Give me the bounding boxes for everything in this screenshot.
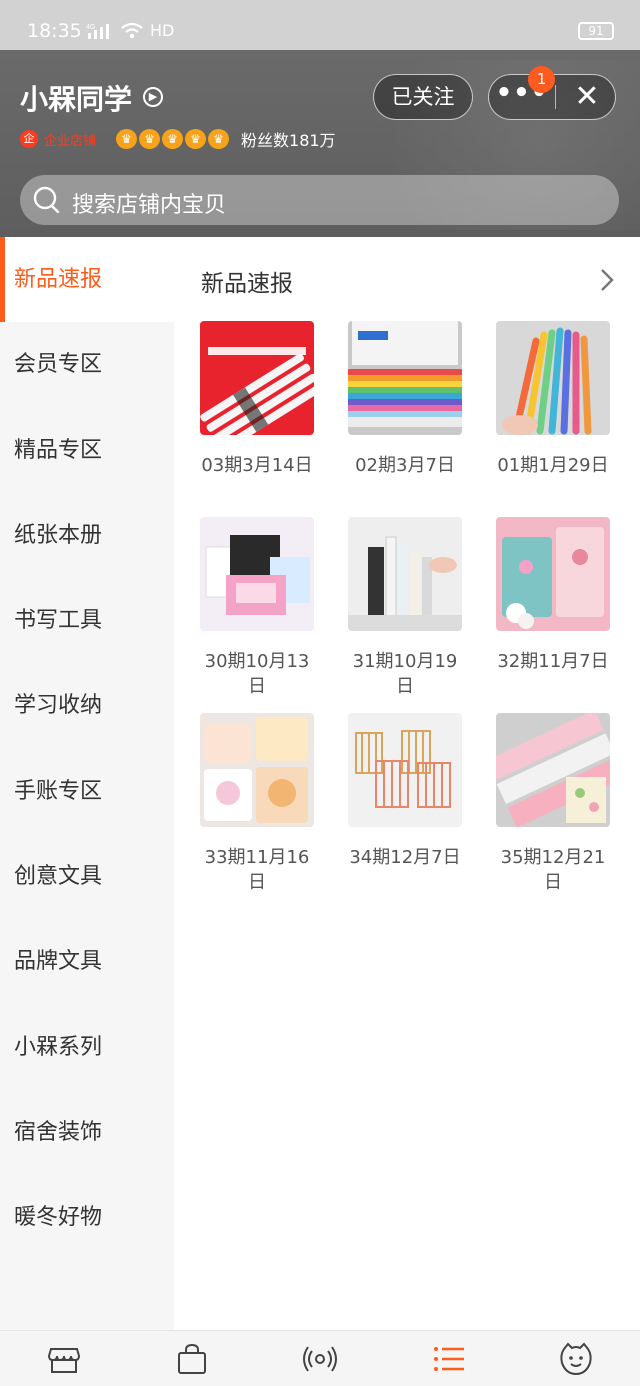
- sidebar-item-brand[interactable]: 品牌文具: [0, 919, 174, 1004]
- close-icon: ✕: [574, 79, 600, 114]
- enterprise-label: 企业店铺: [44, 133, 97, 149]
- page: 18:35 4G HD 91 小槑同学 ▶ 已关注 ••• ✕ 企 企业店铺 ♛…: [0, 0, 640, 1386]
- product-card[interactable]: 33期11月16日: [200, 713, 314, 895]
- wifi-icon: [121, 22, 143, 38]
- crown-icon: ♛: [139, 129, 161, 149]
- sidebar-item-creative[interactable]: 创意文具: [0, 834, 174, 919]
- product-card[interactable]: 01期1月29日: [496, 321, 610, 503]
- follow-button[interactable]: 已关注: [373, 74, 473, 120]
- bottom-nav: [0, 1330, 640, 1386]
- notification-badge: 1: [528, 66, 555, 93]
- product-card[interactable]: 31期10月19日: [348, 517, 462, 699]
- crown-icon: ♛: [162, 129, 184, 149]
- status-bar: 18:35 4G HD 91: [0, 0, 640, 50]
- search-bar[interactable]: 搜索店铺内宝贝: [20, 175, 619, 225]
- product-label: 34期12月7日: [349, 847, 461, 868]
- close-button[interactable]: ✕: [561, 75, 613, 119]
- content-panel: 新品速报 03期3月14日 02期3月7日 01期1月29日 30期10月13日…: [174, 237, 640, 1330]
- hd-indicator: HD: [150, 21, 175, 40]
- enterprise-icon: 企: [20, 130, 38, 148]
- shop-info-arrow-icon[interactable]: ▶: [143, 87, 163, 107]
- signal-icon: 4G: [86, 23, 109, 39]
- shopping-bag-icon[interactable]: [174, 1341, 210, 1377]
- crown-icon: ♛: [185, 129, 207, 149]
- product-label: 31期10月19日: [352, 651, 458, 697]
- sidebar-item-storage[interactable]: 学习收纳: [0, 663, 174, 748]
- crown-icon: ♛: [208, 129, 230, 149]
- crown-icon: ♛: [116, 129, 138, 149]
- product-label: 30期10月13日: [204, 651, 310, 697]
- crown-rating: ♛ ♛ ♛ ♛ ♛: [116, 129, 230, 149]
- product-image[interactable]: [200, 713, 314, 827]
- product-card[interactable]: 35期12月21日: [496, 713, 610, 895]
- sidebar-item-members[interactable]: 会员专区: [0, 322, 174, 407]
- product-image[interactable]: [348, 713, 462, 827]
- search-input[interactable]: 搜索店铺内宝贝: [72, 187, 226, 219]
- product-label: 02期3月7日: [355, 455, 455, 476]
- product-image[interactable]: [200, 517, 314, 631]
- product-label: 01期1月29日: [497, 455, 609, 476]
- product-card[interactable]: 03期3月14日: [200, 321, 314, 503]
- sidebar-item-writing-tools[interactable]: 书写工具: [0, 578, 174, 663]
- live-broadcast-icon[interactable]: [302, 1341, 338, 1377]
- sidebar-item-journal[interactable]: 手账专区: [0, 749, 174, 834]
- svg-text:4G: 4G: [86, 24, 95, 31]
- sidebar-item-new-arrivals[interactable]: 新品速报: [0, 237, 174, 323]
- sidebar-item-winter[interactable]: 暖冬好物: [0, 1175, 174, 1260]
- product-label: 03期3月14日: [201, 455, 313, 476]
- product-image[interactable]: [348, 517, 462, 631]
- status-time: 18:35: [27, 20, 82, 42]
- search-icon: [33, 186, 60, 213]
- customer-service-icon[interactable]: [558, 1341, 594, 1377]
- fans-count: 粉丝数181万: [241, 131, 336, 150]
- product-image[interactable]: [200, 321, 314, 435]
- product-image[interactable]: [496, 517, 610, 631]
- shop-home-icon[interactable]: [46, 1341, 82, 1377]
- product-image[interactable]: [496, 713, 610, 827]
- chevron-right-icon[interactable]: [596, 265, 618, 295]
- shop-name[interactable]: 小槑同学: [20, 78, 132, 118]
- sidebar-item-notebooks[interactable]: 纸张本册: [0, 493, 174, 578]
- product-image[interactable]: [348, 321, 462, 435]
- product-card[interactable]: 30期10月13日: [200, 517, 314, 699]
- product-card[interactable]: 32期11月7日: [496, 517, 610, 699]
- product-card[interactable]: 02期3月7日: [348, 321, 462, 503]
- sidebar-item-dorm[interactable]: 宿舍装饰: [0, 1090, 174, 1175]
- status-icons: 4G HD: [86, 21, 174, 40]
- pill-divider: [555, 85, 556, 109]
- product-grid: 03期3月14日 02期3月7日 01期1月29日 30期10月13日 31期1…: [200, 321, 610, 895]
- product-label: 35期12月21日: [500, 847, 606, 893]
- section-title[interactable]: 新品速报: [201, 264, 293, 298]
- category-list-icon[interactable]: [431, 1341, 467, 1377]
- shop-tags: 企 企业店铺 ♛ ♛ ♛ ♛ ♛ 粉丝数181万: [20, 128, 336, 150]
- sidebar-item-series[interactable]: 小槑系列: [0, 1005, 174, 1090]
- product-image[interactable]: [496, 321, 610, 435]
- product-label: 32期11月7日: [497, 651, 609, 672]
- sidebar-item-premium[interactable]: 精品专区: [0, 408, 174, 493]
- category-sidebar: 新品速报 会员专区 精品专区 纸张本册 书写工具 学习收纳 手账专区 创意文具 …: [0, 237, 174, 1330]
- product-label: 33期11月16日: [204, 847, 310, 893]
- battery-icon: 91: [578, 22, 614, 40]
- product-card[interactable]: 34期12月7日: [348, 713, 462, 895]
